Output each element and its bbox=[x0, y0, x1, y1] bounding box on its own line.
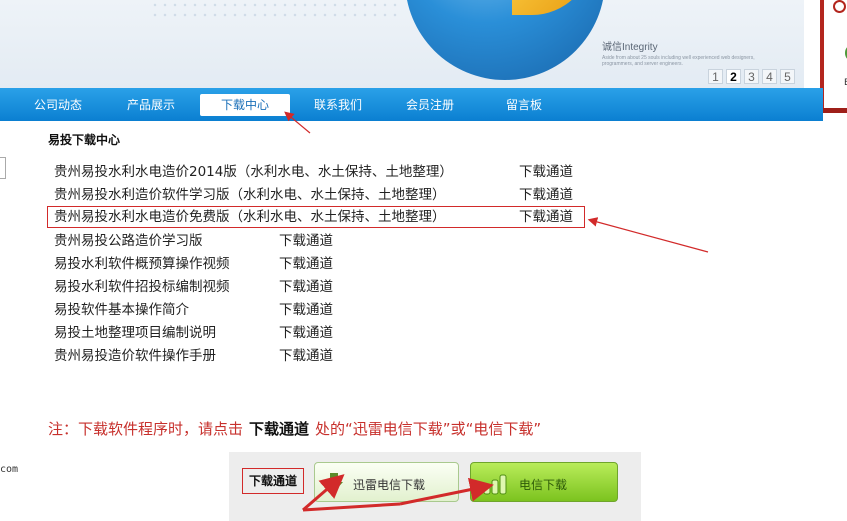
download-item-name: 贵州易投水利造价软件学习版（水利水电、水土保持、土地整理） bbox=[54, 187, 446, 203]
download-link[interactable]: 下载通道 bbox=[279, 346, 333, 366]
download-link[interactable]: 下载通道 bbox=[519, 162, 573, 182]
thunder-download-button[interactable]: 迅雷电信下载 bbox=[314, 462, 459, 502]
nav-item-register[interactable]: 会员注册 bbox=[394, 94, 466, 116]
download-item-name: 贵州易投水利水电造价2014版（水利水电、水土保持、土地整理） bbox=[54, 164, 453, 180]
banner-dot-pattern bbox=[150, 0, 400, 20]
download-channel-label: 下载通道 bbox=[242, 468, 304, 494]
side-panel-fragment: E bbox=[820, 0, 847, 113]
download-item: 易投水利软件招投标编制视频 下载通道 bbox=[54, 277, 333, 297]
nav-item-download-center[interactable]: 下载中心 bbox=[200, 94, 290, 116]
banner-pager: 1 2 3 4 5 bbox=[708, 69, 795, 84]
download-item: 贵州易投公路造价学习版 下载通道 bbox=[54, 231, 333, 251]
download-link[interactable]: 下载通道 bbox=[279, 323, 333, 343]
note-emphasis: 下载通道 bbox=[249, 420, 310, 438]
banner-globe-graphic bbox=[405, 0, 605, 80]
left-edge-text: com bbox=[0, 464, 19, 475]
note-prefix: 注：下载软件程序时，请点击 bbox=[48, 420, 244, 438]
download-item: 易投土地整理项目编制说明 下载通道 bbox=[54, 323, 333, 343]
download-item-name: 易投水利软件概预算操作视频 bbox=[54, 256, 230, 272]
side-panel-bottom-edge bbox=[820, 108, 847, 113]
download-link[interactable]: 下载通道 bbox=[279, 231, 333, 251]
pager-item-3[interactable]: 3 bbox=[744, 69, 759, 84]
telecom-download-label: 电信下载 bbox=[519, 478, 568, 492]
integrity-title: 诚信Integrity bbox=[602, 42, 658, 53]
signal-bars-icon bbox=[483, 474, 507, 495]
download-item: 易投软件基本操作简介 下载通道 bbox=[54, 300, 333, 320]
ring-icon bbox=[833, 0, 846, 13]
integrity-subtext: Aside from about 25 souls including well… bbox=[602, 55, 755, 67]
arrow-to-highlighted-row bbox=[587, 217, 709, 253]
download-item-name: 贵州易投造价软件操作手册 bbox=[54, 348, 216, 364]
thunder-download-label: 迅雷电信下载 bbox=[353, 478, 426, 492]
download-arrow-icon bbox=[325, 473, 343, 492]
download-link[interactable]: 下载通道 bbox=[279, 254, 333, 274]
download-item-name: 易投土地整理项目编制说明 bbox=[54, 325, 216, 341]
telecom-download-button[interactable]: 电信下载 bbox=[470, 462, 618, 502]
download-item-name: 贵州易投公路造价学习版 bbox=[54, 233, 203, 249]
nav-item-contact[interactable]: 联系我们 bbox=[302, 94, 374, 116]
nav-item-guestbook[interactable]: 留言板 bbox=[488, 94, 560, 116]
pager-item-5[interactable]: 5 bbox=[780, 69, 795, 84]
download-item: 贵州易投水利造价软件学习版（水利水电、水土保持、土地整理） 下载通道 bbox=[54, 185, 573, 205]
left-edge-box bbox=[0, 157, 6, 179]
nav-item-news[interactable]: 公司动态 bbox=[22, 94, 94, 116]
pager-item-1[interactable]: 1 bbox=[708, 69, 723, 84]
download-item: 贵州易投水利水电造价2014版（水利水电、水土保持、土地整理） 下载通道 bbox=[54, 162, 573, 182]
download-note: 注：下载软件程序时，请点击 下载通道 处的“迅雷电信下载”或“电信下载” bbox=[48, 418, 541, 439]
download-item: 易投水利软件概预算操作视频 下载通道 bbox=[54, 254, 333, 274]
download-link[interactable]: 下载通道 bbox=[279, 300, 333, 320]
download-item-name: 易投水利软件招投标编制视频 bbox=[54, 279, 230, 295]
download-link[interactable]: 下载通道 bbox=[519, 185, 573, 205]
download-item-name: 易投软件基本操作简介 bbox=[54, 302, 189, 318]
header-banner: 诚信Integrity Aside from about 25 souls in… bbox=[0, 0, 804, 88]
pager-item-2[interactable]: 2 bbox=[726, 69, 741, 84]
pager-item-4[interactable]: 4 bbox=[762, 69, 777, 84]
download-link[interactable]: 下载通道 bbox=[279, 277, 333, 297]
main-nav: 公司动态 产品展示 下载中心 联系我们 会员注册 留言板 bbox=[0, 88, 823, 121]
nav-item-products[interactable]: 产品展示 bbox=[115, 94, 187, 116]
annotation-highlight-box bbox=[47, 206, 585, 228]
banner-integrity-text: 诚信Integrity Aside from about 25 souls in… bbox=[602, 38, 762, 67]
section-title: 易投下载中心 bbox=[48, 133, 121, 147]
note-suffix: 处的“迅雷电信下载”或“电信下载” bbox=[315, 420, 542, 438]
download-item: 贵州易投造价软件操作手册 下载通道 bbox=[54, 346, 333, 366]
